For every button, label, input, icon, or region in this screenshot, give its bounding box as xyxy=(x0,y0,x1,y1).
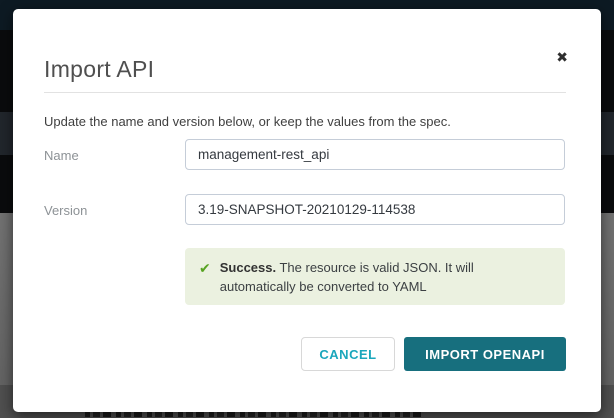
import-openapi-button[interactable]: IMPORT OPENAPI xyxy=(404,337,566,371)
name-input[interactable] xyxy=(185,139,565,170)
dialog-actions: CANCEL IMPORT OPENAPI xyxy=(301,337,566,371)
success-alert-title: Success. xyxy=(220,260,276,275)
version-input[interactable] xyxy=(185,194,565,225)
divider xyxy=(44,92,566,93)
dialog-title: Import API xyxy=(44,56,154,83)
import-api-dialog: Import API ✖ Update the name and version… xyxy=(13,9,601,412)
close-icon[interactable]: ✖ xyxy=(556,50,568,64)
checkmark-icon: ✔ xyxy=(199,259,211,278)
dialog-description: Update the name and version below, or ke… xyxy=(44,114,451,129)
cancel-button[interactable]: CANCEL xyxy=(301,337,395,371)
success-alert: ✔ Success. The resource is valid JSON. I… xyxy=(185,248,565,305)
version-label: Version xyxy=(44,203,87,218)
success-alert-text: Success. The resource is valid JSON. It … xyxy=(220,258,551,296)
name-label: Name xyxy=(44,148,79,163)
